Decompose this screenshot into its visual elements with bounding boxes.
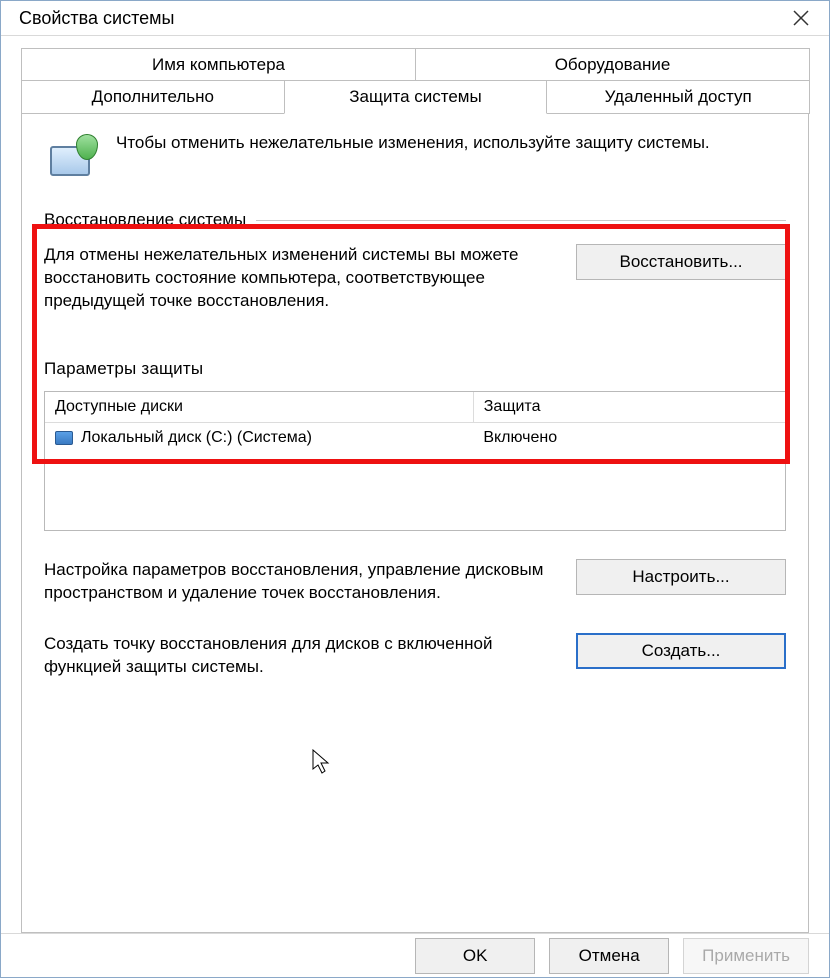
tab-label: Дополнительно (92, 87, 214, 106)
restore-body: Для отмены нежелательных изменений систе… (44, 244, 786, 313)
configure-description: Настройка параметров восстановления, упр… (44, 559, 556, 605)
tabs-row-2: Дополнительно Защита системы Удаленный д… (21, 80, 809, 114)
mouse-cursor-icon (312, 749, 332, 775)
cancel-button[interactable]: Отмена (549, 938, 669, 974)
tab-label: Имя компьютера (152, 55, 285, 74)
restore-button[interactable]: Восстановить... (576, 244, 786, 280)
configure-button[interactable]: Настроить... (576, 559, 786, 595)
tab-hardware[interactable]: Оборудование (415, 48, 810, 81)
button-label: Настроить... (632, 567, 729, 587)
tab-remote[interactable]: Удаленный доступ (546, 80, 810, 114)
button-label: Применить (702, 946, 790, 966)
dialog-button-bar: OK Отмена Применить (1, 933, 829, 977)
titlebar: Свойства системы (1, 1, 829, 36)
restore-description: Для отмены нежелательных изменений систе… (44, 244, 556, 313)
legend-line (256, 220, 786, 221)
tab-computer-name[interactable]: Имя компьютера (21, 48, 416, 81)
drive-name: Локальный диск (C:) (Система) (81, 429, 312, 447)
intro-text: Чтобы отменить нежелательные изменения, … (116, 132, 710, 188)
apply-button: Применить (683, 938, 809, 974)
tab-label: Удаленный доступ (605, 87, 752, 106)
button-label: OK (463, 946, 488, 966)
section-legend: Восстановление системы (44, 210, 786, 230)
tabs-container: Имя компьютера Оборудование Дополнительн… (1, 36, 829, 933)
tab-system-protection[interactable]: Защита системы (284, 80, 548, 114)
drive-row[interactable]: Локальный диск (C:) (Система) Включено (45, 423, 785, 453)
configure-row: Настройка параметров восстановления, упр… (44, 559, 786, 605)
system-restore-section: Восстановление системы Для отмены нежела… (44, 210, 786, 313)
protection-settings-legend-truncated: Параметры защиты (44, 359, 786, 379)
create-row: Создать точку восстановления для дисков … (44, 633, 786, 679)
tab-label: Оборудование (555, 55, 671, 74)
tab-panel-system-protection: Чтобы отменить нежелательные изменения, … (21, 113, 809, 933)
ok-button[interactable]: OK (415, 938, 535, 974)
tab-advanced[interactable]: Дополнительно (21, 80, 285, 114)
col-header-drives: Доступные диски (45, 392, 474, 423)
system-protection-icon (44, 132, 100, 188)
close-icon (793, 10, 809, 26)
legend-text: Восстановление системы (44, 210, 246, 230)
window-title: Свойства системы (19, 8, 174, 29)
tabs-row-1: Имя компьютера Оборудование (21, 48, 809, 81)
close-button[interactable] (773, 1, 829, 35)
drive-protection-status: Включено (473, 423, 785, 453)
intro-row: Чтобы отменить нежелательные изменения, … (44, 132, 786, 188)
button-label: Отмена (579, 946, 640, 966)
system-properties-window: Свойства системы Имя компьютера Оборудов… (0, 0, 830, 978)
col-header-protection: Защита (474, 392, 785, 423)
drives-header: Доступные диски Защита (45, 392, 785, 423)
disk-icon (55, 431, 73, 445)
create-button[interactable]: Создать... (576, 633, 786, 669)
button-label: Создать... (642, 641, 721, 661)
drives-list[interactable]: Доступные диски Защита Локальный диск (C… (44, 391, 786, 531)
button-label: Восстановить... (619, 252, 742, 272)
tab-label: Защита системы (349, 87, 481, 106)
create-description: Создать точку восстановления для дисков … (44, 633, 556, 679)
